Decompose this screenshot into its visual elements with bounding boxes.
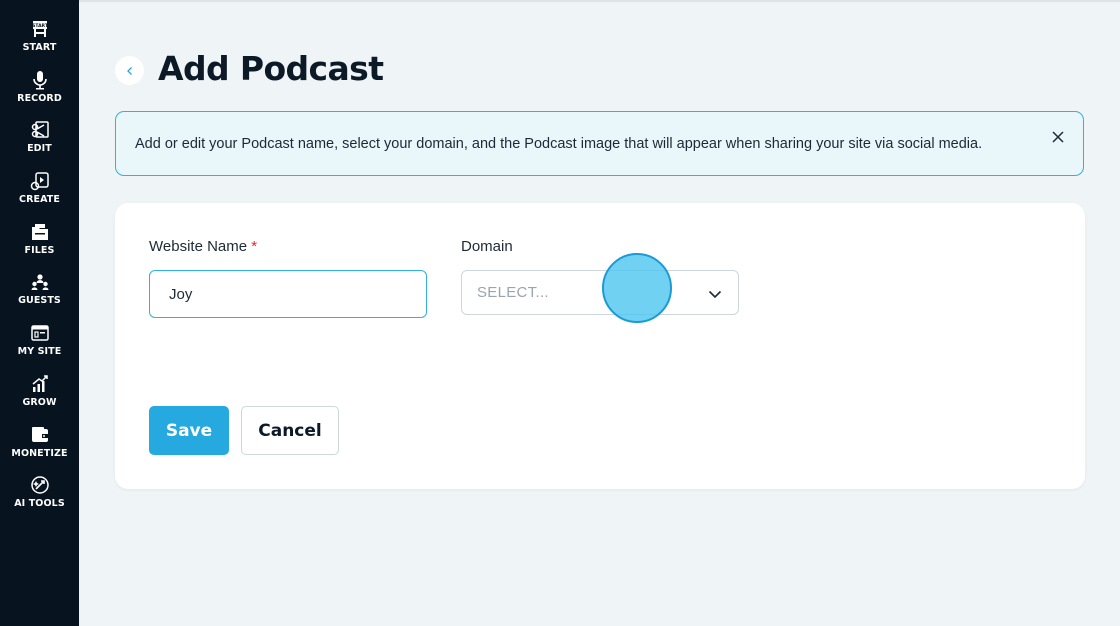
svg-text:START: START (32, 23, 49, 29)
chevron-down-icon (708, 290, 722, 299)
start-icon: START (29, 18, 51, 40)
sidebar-item-monetize[interactable]: MONETIZE (0, 424, 79, 475)
microphone-icon (29, 69, 51, 91)
domain-label: Domain (461, 238, 513, 255)
sidebar-item-ai-tools[interactable]: AI TOOLS (0, 474, 79, 525)
sidebar-item-label: FILES (24, 244, 55, 256)
guests-icon (29, 271, 51, 293)
sidebar-item-label: GROW (22, 396, 57, 408)
save-button[interactable]: Save (149, 406, 229, 455)
sidebar-item-label: EDIT (27, 143, 52, 155)
top-divider (79, 0, 1120, 2)
sidebar-item-my-site[interactable]: MY SITE (0, 322, 79, 373)
monetize-icon (29, 424, 51, 446)
cancel-button[interactable]: Cancel (241, 406, 339, 455)
sidebar-item-label: GUESTS (18, 295, 61, 307)
banner-text: Add or edit your Podcast name, select yo… (135, 135, 983, 152)
sidebar-item-label: MONETIZE (11, 447, 68, 459)
ai-tools-icon (29, 474, 51, 496)
domain-placeholder: SELECT... (477, 284, 549, 301)
main-content: Add Podcast Add or edit your Podcast nam… (79, 0, 1120, 626)
close-icon[interactable] (1051, 130, 1065, 144)
sidebar-item-guests[interactable]: GUESTS (0, 271, 79, 322)
sidebar-item-label: MY SITE (17, 346, 62, 358)
required-indicator: * (251, 238, 258, 255)
create-icon (29, 170, 51, 192)
edit-icon (29, 119, 51, 141)
chevron-left-icon (126, 66, 132, 75)
sidebar-item-files[interactable]: FILES (0, 221, 79, 272)
files-icon (29, 221, 51, 243)
sidebar-item-record[interactable]: RECORD (0, 69, 79, 120)
info-banner: Add or edit your Podcast name, select yo… (115, 111, 1084, 176)
page-title: Add Podcast (158, 49, 384, 88)
website-name-label-text: Website Name (149, 238, 248, 255)
sidebar: START START RECORD EDIT CREATE FILES GUE… (0, 0, 79, 626)
website-name-label: Website Name * (149, 238, 257, 255)
sidebar-item-label: START (22, 42, 57, 53)
sidebar-item-grow[interactable]: GROW (0, 373, 79, 424)
sidebar-item-label: RECORD (17, 92, 62, 104)
grow-icon (29, 373, 51, 395)
podcast-form-card: Website Name * Joy Domain SELECT... Save… (115, 203, 1085, 489)
domain-select[interactable]: SELECT... (461, 270, 739, 315)
sidebar-item-start[interactable]: START START (0, 18, 79, 69)
site-icon (29, 322, 51, 344)
sidebar-item-label: CREATE (19, 194, 60, 206)
website-name-input[interactable]: Joy (149, 270, 427, 318)
website-name-value: Joy (169, 285, 193, 303)
back-button[interactable] (115, 56, 144, 85)
sidebar-item-label: AI TOOLS (14, 498, 65, 510)
sidebar-item-edit[interactable]: EDIT (0, 119, 79, 170)
sidebar-item-create[interactable]: CREATE (0, 170, 79, 221)
